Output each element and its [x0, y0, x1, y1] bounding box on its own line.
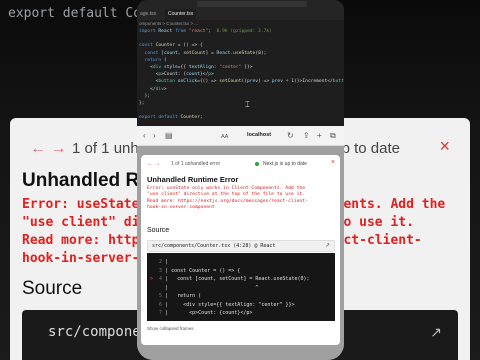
tab-counter[interactable]: Counter.tsx — [165, 9, 197, 20]
browser-toolbar: ‹ › ▤ AA localhost ↻ ⇪ + ⧉ — [137, 126, 344, 146]
source-code-line: 6 | <div style={{ textAlign: "center" }}… — [147, 301, 295, 309]
source-code-line: 3 | const Counter = () => { — [147, 267, 240, 275]
line-number: 2 — [156, 259, 166, 265]
error-count: 1 of 1 unhandled error — [171, 161, 221, 167]
code-editor: age.tsx Counter.tsx omponents > Counter.… — [137, 0, 344, 126]
background-source-heading: Source — [22, 278, 83, 299]
background-close-icon: × — [439, 136, 450, 156]
code-line: <button onClick={() => setCount((prev) =… — [139, 79, 344, 85]
address-bar[interactable]: localhost — [247, 132, 271, 138]
source-code-line: 2 | — [147, 258, 168, 266]
source-code-line: 7 | <p>Count: {count}</p> — [147, 309, 252, 317]
reader-icon[interactable]: ▤ — [165, 131, 173, 141]
source-code-frame: 2 | 3 | const Counter = () => { > 4 | co… — [147, 253, 335, 321]
editor-title-bar — [137, 0, 344, 9]
error-title: Unhandled Runtime Error — [147, 175, 239, 184]
line-number: 5 — [156, 293, 166, 299]
error-nav-arrows[interactable]: ← → — [147, 161, 161, 167]
share-icon[interactable]: ⇪ — [303, 131, 310, 141]
code-line: }; — [139, 101, 145, 107]
error-line[interactable]: hook-in-server-component — [147, 205, 335, 211]
line-number: 3 — [156, 267, 166, 274]
background-nav-arrows: ← → — [30, 140, 67, 157]
tabs-icon[interactable]: ⧉ — [330, 131, 336, 141]
phone-screen: age.tsx Counter.tsx omponents > Counter.… — [137, 0, 344, 360]
source-file-bar[interactable]: src/components/Counter.tsx (4:28) @ Reac… — [147, 240, 335, 252]
code-line: </div> — [139, 86, 167, 92]
browser-window: ‹ › ▤ AA localhost ↻ ⇪ + ⧉ ← → 1 of 1 un… — [137, 126, 344, 360]
code-text: | <div style={{ textAlign: "center" }}> — [165, 301, 295, 308]
code-text: | const Counter = () => { — [165, 267, 241, 274]
source-file-label: src/components/Counter.tsx (4:28) @ Reac… — [152, 243, 276, 249]
source-heading: Source — [147, 227, 170, 234]
editor-tabs: age.tsx Counter.tsx — [137, 9, 344, 20]
source-code-line: > 4 | const [count, setCount] = React.us… — [147, 275, 310, 283]
error-dialog: ← → 1 of 1 unhandled error Next.js is up… — [141, 155, 340, 345]
code-line: ); — [139, 93, 151, 99]
source-code-line: | ^ — [147, 284, 258, 292]
tab-page[interactable]: age.tsx — [137, 9, 159, 20]
line-number: 7 — [156, 310, 166, 316]
code-line: return ( — [144, 57, 167, 63]
mouse-cursor-icon: ⌶ — [245, 100, 250, 109]
forward-icon[interactable]: › — [153, 131, 156, 141]
editor-code: import React from "react"; 8.9k (gzipped… — [139, 28, 344, 122]
open-external-icon[interactable]: ↗ — [325, 242, 330, 249]
background-code-strip: export default Counter; — [0, 0, 188, 28]
background-code-file: src/componen — [48, 324, 150, 340]
back-icon[interactable]: ‹ — [143, 131, 146, 141]
code-text: | <p>Count: {count}</p> — [165, 310, 253, 316]
code-text: | ^ — [165, 284, 259, 291]
error-marker — [147, 302, 156, 308]
source-code-line: 5 | return ( — [147, 292, 201, 300]
error-marker — [147, 268, 156, 274]
editor-search-bar[interactable] — [197, 1, 307, 7]
error-message: Error: useState only works in Client Com… — [147, 186, 335, 212]
error-overlay: ← → 1 of 1 unhandled error Next.js is up… — [137, 146, 344, 360]
error-marker — [147, 293, 156, 299]
text-size-button[interactable]: AA — [221, 132, 228, 142]
line-number — [156, 285, 165, 291]
reload-icon[interactable]: ↻ — [287, 131, 294, 141]
status-dot-icon — [255, 162, 259, 166]
line-number: 4 — [156, 276, 166, 282]
code-text: | const [count, setCount] = React.useSta… — [165, 276, 310, 282]
code-line: const [count, setCount] = React.useState… — [144, 50, 267, 56]
code-line: const Counter = () => { — [139, 43, 203, 49]
error-marker — [147, 310, 156, 316]
breadcrumb: omponents > Counter.tsx > ... — [139, 21, 199, 26]
code-line: export default Counter; — [139, 115, 203, 121]
error-marker — [147, 285, 156, 291]
close-icon[interactable]: × — [331, 159, 335, 166]
version-status: Next.js is up to date — [263, 161, 307, 167]
error-marker: > — [147, 276, 157, 282]
code-text: | — [165, 259, 169, 265]
code-text: | return ( — [165, 293, 202, 299]
code-line: <p>Count: {count}</p> — [139, 72, 214, 78]
background-open-icon: ↗ — [430, 324, 442, 340]
error-marker — [147, 259, 156, 265]
code-line: <div style={{ textAlign: "center" }}> — [139, 65, 253, 71]
code-line: import React from "react"; 8.9k (gzipped… — [139, 29, 272, 34]
new-tab-icon[interactable]: + — [317, 131, 322, 141]
line-number: 6 — [156, 301, 166, 308]
show-collapsed-frames-button[interactable]: Show collapsed frames — [147, 326, 194, 331]
